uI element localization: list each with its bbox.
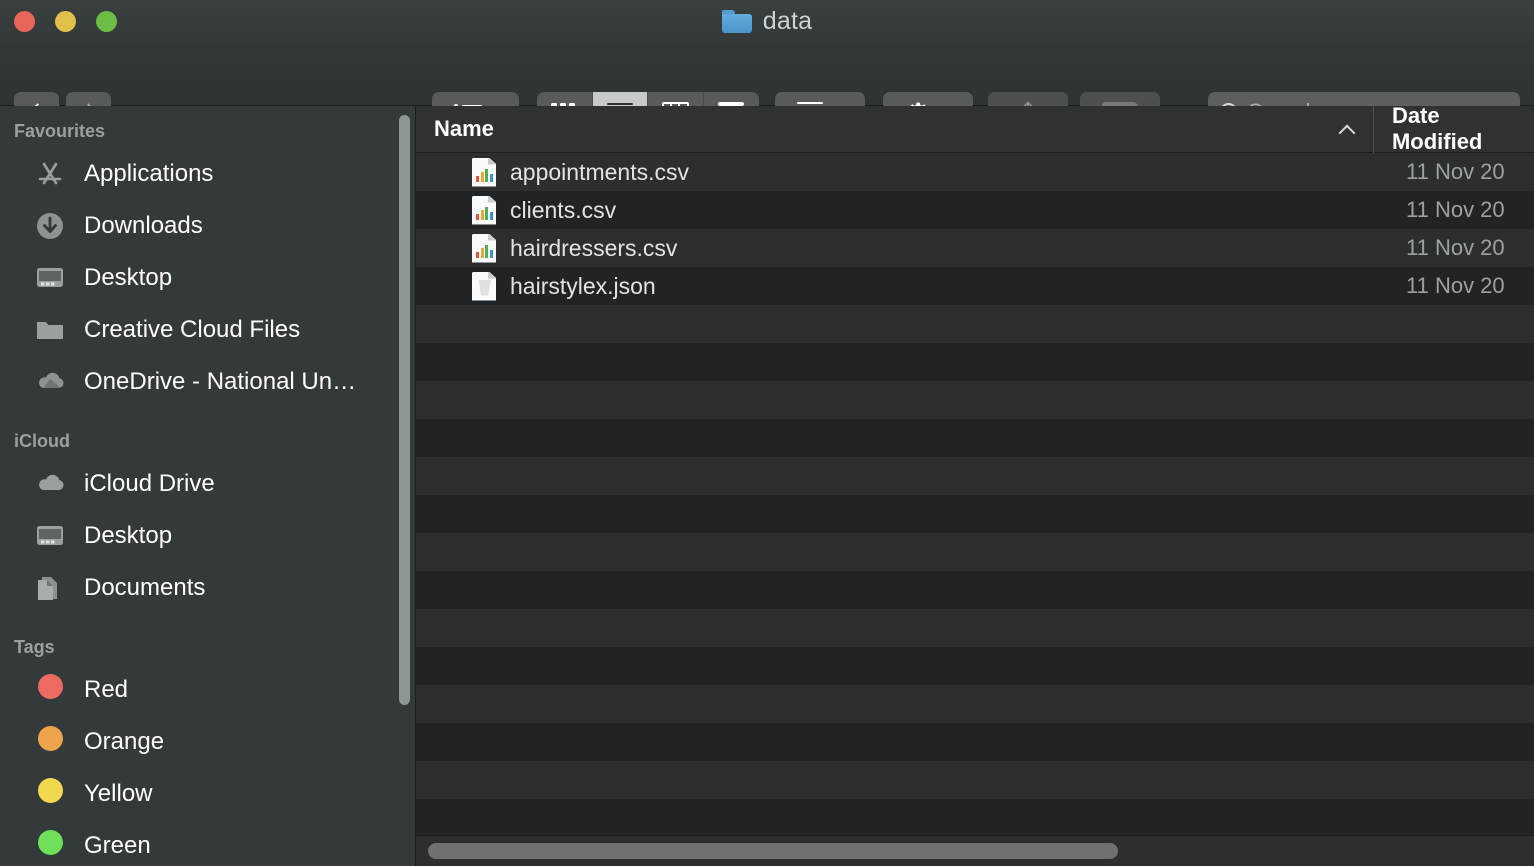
tag-dot-icon	[34, 674, 68, 706]
file-date: 11 Nov 20	[1406, 235, 1505, 260]
window-title: data	[0, 0, 1534, 42]
empty-row	[416, 305, 1534, 343]
empty-row	[416, 457, 1534, 495]
empty-row	[416, 533, 1534, 571]
close-button[interactable]	[14, 11, 35, 32]
horizontal-scrollbar[interactable]	[416, 835, 1534, 866]
desktop-icon	[34, 520, 68, 552]
sidebar-item-icloud-drive[interactable]: iCloud Drive	[0, 458, 416, 510]
finder-window: data Favourites Applications Downloads D…	[0, 0, 1534, 866]
column-headers: Name Date Modified	[416, 106, 1534, 155]
sidebar-item-creative-cloud-files[interactable]: Creative Cloud Files	[0, 304, 416, 356]
sidebar-item-label: Yellow	[84, 780, 153, 807]
download-arrow-icon	[34, 210, 68, 242]
empty-row	[416, 685, 1534, 723]
title-bar: data	[0, 0, 1534, 42]
app-store-icon	[34, 158, 68, 190]
sidebar-heading-tags: Tags	[14, 636, 55, 657]
file-date: 11 Nov 20	[1406, 273, 1505, 298]
sidebar-item-desktop-icloud[interactable]: Desktop	[0, 510, 416, 562]
sidebar-heading-favourites: Favourites	[14, 120, 106, 141]
sidebar-item-applications[interactable]: Applications	[0, 148, 416, 200]
zoom-button[interactable]	[96, 11, 117, 32]
sidebar-item-label: iCloud Drive	[84, 470, 215, 497]
csv-file-icon	[472, 233, 496, 263]
sidebar-item-label: Orange	[84, 728, 165, 755]
file-name: hairstylex.json	[510, 272, 656, 299]
sidebar-item-desktop-fav[interactable]: Desktop	[0, 252, 416, 304]
table-row[interactable]: hairstylex.json 11 Nov 20	[416, 267, 1534, 305]
json-file-icon	[472, 271, 496, 301]
sidebar-scrollbar[interactable]	[399, 115, 410, 705]
sidebar-item-label: Downloads	[84, 212, 203, 239]
file-name: clients.csv	[510, 196, 617, 223]
folder-icon	[34, 314, 68, 346]
empty-row	[416, 761, 1534, 799]
column-header-name[interactable]: Name	[416, 106, 1374, 153]
traffic-lights	[14, 11, 117, 32]
cloud-icon	[34, 468, 68, 500]
sidebar-item-label: Desktop	[84, 264, 173, 291]
desktop-icon	[34, 262, 68, 294]
empty-row	[416, 723, 1534, 761]
sidebar-item-downloads[interactable]: Downloads	[0, 200, 416, 252]
empty-row	[416, 609, 1534, 647]
cloud-icon	[34, 366, 68, 398]
empty-row	[416, 381, 1534, 419]
file-list-pane: Name Date Modified appointments.csv 11 N…	[416, 106, 1534, 866]
toolbar: Search	[0, 42, 1534, 132]
file-name: hairdressers.csv	[510, 234, 678, 261]
documents-icon	[34, 572, 68, 604]
window-title-text: data	[762, 6, 813, 35]
csv-file-icon	[472, 195, 496, 225]
file-name: appointments.csv	[510, 158, 689, 185]
sidebar-item-label: OneDrive - National Un…	[84, 368, 357, 395]
file-rows: appointments.csv 11 Nov 20 clients.csv 1…	[416, 153, 1534, 866]
tag-dot-icon	[34, 726, 68, 758]
tag-dot-icon	[34, 778, 68, 810]
empty-row	[416, 571, 1534, 609]
sidebar-item-tag-orange[interactable]: Orange	[0, 716, 416, 768]
sidebar-item-label: Applications	[84, 160, 214, 187]
empty-row	[416, 419, 1534, 457]
sidebar-item-onedrive[interactable]: OneDrive - National Un…	[0, 356, 416, 408]
empty-row	[416, 799, 1534, 837]
sidebar-item-documents[interactable]: Documents	[0, 562, 416, 614]
sidebar-item-label: Red	[84, 676, 129, 703]
sidebar-item-label: Desktop	[84, 522, 173, 549]
sidebar-item-label: Green	[84, 832, 151, 859]
table-row[interactable]: clients.csv 11 Nov 20	[416, 191, 1534, 229]
sidebar-item-tag-green[interactable]: Green	[0, 820, 416, 866]
sidebar: Favourites Applications Downloads Deskto…	[0, 106, 416, 866]
empty-row	[416, 495, 1534, 533]
table-row[interactable]: appointments.csv 11 Nov 20	[416, 153, 1534, 191]
sidebar-heading-icloud: iCloud	[14, 430, 70, 451]
csv-file-icon	[472, 157, 496, 187]
empty-row	[416, 343, 1534, 381]
tag-dot-icon	[34, 830, 68, 862]
chevron-up-icon	[1339, 124, 1355, 134]
sidebar-item-label: Creative Cloud Files	[84, 316, 301, 343]
column-header-date[interactable]: Date Modified	[1374, 106, 1534, 155]
sidebar-item-tag-yellow[interactable]: Yellow	[0, 768, 416, 820]
file-date: 11 Nov 20	[1406, 159, 1505, 184]
file-date: 11 Nov 20	[1406, 197, 1505, 222]
horizontal-scrollbar-thumb[interactable]	[428, 843, 1118, 859]
minimise-button[interactable]	[55, 11, 76, 32]
column-header-name-label: Name	[434, 116, 494, 141]
table-row[interactable]: hairdressers.csv 11 Nov 20	[416, 229, 1534, 267]
folder-icon	[721, 9, 752, 33]
sidebar-item-tag-red[interactable]: Red	[0, 664, 416, 716]
sidebar-item-label: Documents	[84, 574, 206, 601]
empty-row	[416, 647, 1534, 685]
